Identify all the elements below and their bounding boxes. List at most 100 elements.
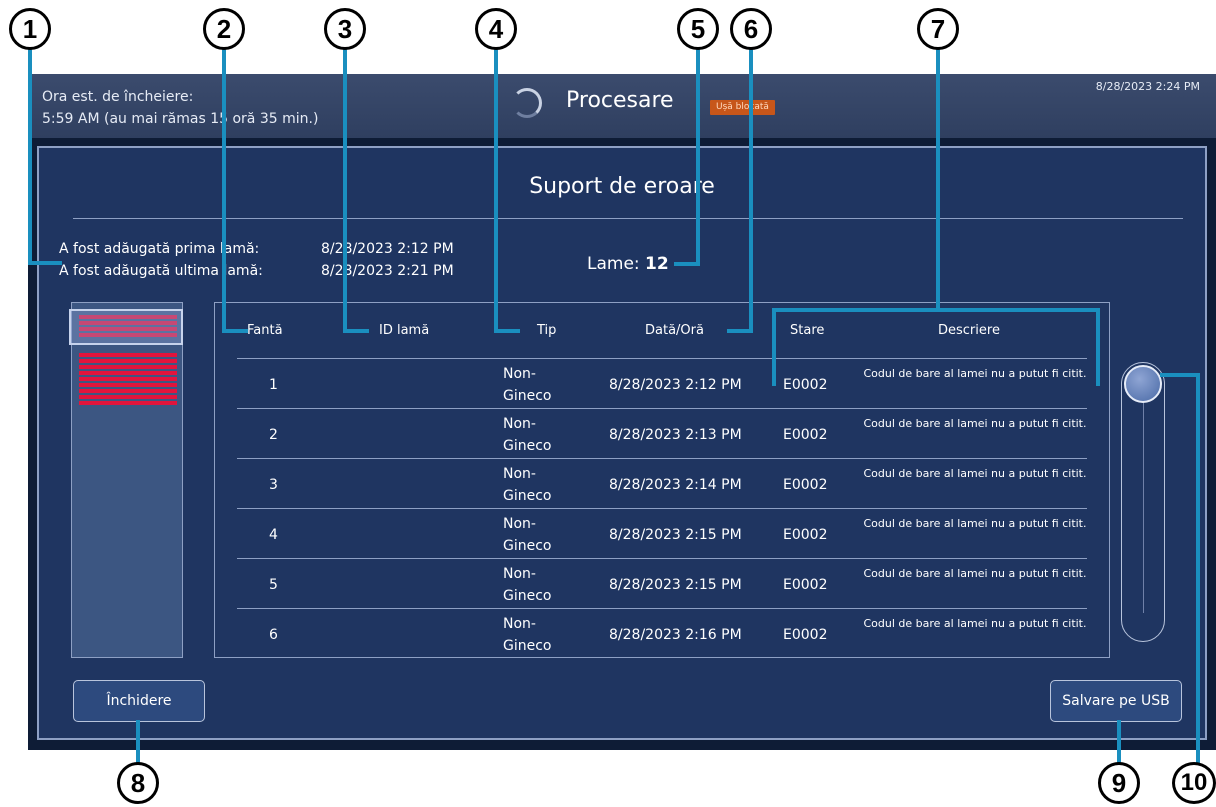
- callout-line: [343, 329, 369, 333]
- instrument-screen: Ora est. de încheiere: 5:59 AM (au mai r…: [28, 74, 1216, 750]
- callout-line: [222, 329, 248, 333]
- callout-line: [28, 42, 32, 264]
- cell-description: Codul de bare al lamei nu a putut fi cit…: [863, 417, 1087, 430]
- callout-line: [749, 42, 753, 332]
- cell-status: E0002: [783, 477, 828, 493]
- table-row[interactable]: 4 Non-Gineco 8/28/2023 2:15 PM E0002 Cod…: [237, 508, 1087, 558]
- cell-type: Non-Gineco: [503, 466, 552, 504]
- rack-slot: [79, 353, 177, 357]
- callout-line: [222, 42, 226, 332]
- save-to-usb-button[interactable]: Salvare pe USB: [1050, 680, 1182, 722]
- rack-slot: [79, 365, 177, 369]
- cell-status: E0002: [783, 377, 828, 393]
- callout-line: [727, 329, 753, 333]
- column-description: Descriere: [938, 323, 1000, 338]
- close-button[interactable]: Închidere: [73, 680, 205, 722]
- rack-slot: [79, 401, 177, 405]
- rack-slot: [79, 359, 177, 363]
- door-locked-badge: Ușă blocată: [710, 100, 775, 115]
- callout-5: 5: [677, 8, 719, 50]
- cell-datetime: 8/28/2023 2:14 PM: [609, 477, 742, 493]
- slide-count-value: 12: [645, 254, 669, 274]
- table-scrollbar[interactable]: [1121, 362, 1165, 642]
- cell-status: E0002: [783, 527, 828, 543]
- rack-slot: [79, 389, 177, 393]
- dialog-title: Suport de eroare: [529, 174, 715, 199]
- cell-datetime: 8/28/2023 2:12 PM: [609, 377, 742, 393]
- cell-datetime: 8/28/2023 2:15 PM: [609, 527, 742, 543]
- callout-line: [494, 329, 520, 333]
- rack-slot: [79, 371, 177, 375]
- cell-slot: 2: [269, 427, 278, 443]
- callout-3: 3: [324, 8, 366, 50]
- table-row[interactable]: 3 Non-Gineco 8/28/2023 2:14 PM E0002 Cod…: [237, 458, 1087, 508]
- callout-4: 4: [475, 8, 517, 50]
- cell-status: E0002: [783, 627, 828, 643]
- cell-type: Non-Gineco: [503, 516, 552, 554]
- cell-description: Codul de bare al lamei nu a putut fi cit…: [863, 367, 1087, 380]
- cell-type: Non-Gineco: [503, 566, 552, 604]
- callout-line: [936, 42, 940, 310]
- processing-spinner-icon: [512, 88, 542, 118]
- cell-slot: 3: [269, 477, 278, 493]
- rack-slot: [79, 395, 177, 399]
- slide-count-label: Lame:: [587, 254, 640, 274]
- processing-status: Procesare: [566, 88, 674, 113]
- callout-2: 2: [203, 8, 245, 50]
- column-status: Stare: [790, 323, 825, 338]
- slide-added-info: A fost adăugată prima lamă: 8/28/2023 2:1…: [59, 238, 454, 282]
- cell-description: Codul de bare al lamei nu a putut fi cit…: [863, 467, 1087, 480]
- system-clock: 8/28/2023 2:24 PM: [1095, 80, 1200, 93]
- table-body[interactable]: 1 Non-Gineco 8/28/2023 2:12 PM E0002 Cod…: [237, 358, 1087, 657]
- cell-type: Non-Gineco: [503, 416, 552, 454]
- cell-status: E0002: [783, 577, 828, 593]
- scrollbar-track: [1143, 403, 1144, 613]
- cell-datetime: 8/28/2023 2:13 PM: [609, 427, 742, 443]
- table-row[interactable]: 2 Non-Gineco 8/28/2023 2:13 PM E0002 Cod…: [237, 408, 1087, 458]
- callout-line: [1096, 308, 1100, 386]
- callout-line: [343, 42, 347, 332]
- error-rack-dialog: Suport de eroare A fost adăugată prima l…: [37, 146, 1207, 740]
- cell-datetime: 8/28/2023 2:15 PM: [609, 577, 742, 593]
- rack-view-cursor[interactable]: [69, 309, 183, 345]
- eta-label: Ora est. de încheiere:: [42, 89, 194, 105]
- first-slide-time: 8/28/2023 2:12 PM: [321, 241, 454, 257]
- cell-datetime: 8/28/2023 2:16 PM: [609, 627, 742, 643]
- cell-description: Codul de bare al lamei nu a putut fi cit…: [863, 617, 1087, 630]
- last-slide-time: 8/28/2023 2:21 PM: [321, 263, 454, 279]
- eta-value: 5:59 AM (au mai rămas 15 oră 35 min.): [42, 111, 319, 127]
- rack-slot: [79, 377, 177, 381]
- first-slide-label: A fost adăugată prima lamă:: [59, 241, 260, 257]
- cell-slot: 6: [269, 627, 278, 643]
- callout-9: 9: [1098, 762, 1140, 804]
- cell-description: Codul de bare al lamei nu a putut fi cit…: [863, 567, 1087, 580]
- table-row[interactable]: 1 Non-Gineco 8/28/2023 2:12 PM E0002 Cod…: [237, 358, 1087, 408]
- table-row[interactable]: 5 Non-Gineco 8/28/2023 2:15 PM E0002 Cod…: [237, 558, 1087, 608]
- title-divider: [73, 218, 1183, 219]
- last-slide-label: A fost adăugată ultima lamă:: [59, 263, 263, 279]
- callout-7: 7: [917, 8, 959, 50]
- cell-type: Non-Gineco: [503, 616, 552, 654]
- callout-8: 8: [117, 762, 159, 804]
- callout-line: [674, 262, 700, 266]
- callout-10: 10: [1172, 762, 1216, 804]
- column-datetime: Dată/Oră: [645, 323, 704, 338]
- callout-line: [28, 261, 62, 265]
- callout-line: [772, 308, 1100, 312]
- scrollbar-thumb[interactable]: [1124, 365, 1162, 403]
- column-slide-id: ID lamă: [379, 323, 430, 338]
- rack-preview: [69, 302, 183, 658]
- rack-slot: [79, 383, 177, 387]
- status-bar: Ora est. de încheiere: 5:59 AM (au mai r…: [28, 74, 1216, 138]
- callout-line: [1160, 373, 1200, 377]
- cell-slot: 5: [269, 577, 278, 593]
- callout-line: [1117, 720, 1121, 768]
- callout-line: [136, 720, 140, 768]
- error-table: Fantă ID lamă Tip Dată/Oră Stare Descrie…: [214, 302, 1110, 658]
- callout-line: [494, 42, 498, 332]
- table-row[interactable]: 6 Non-Gineco 8/28/2023 2:16 PM E0002 Cod…: [237, 608, 1087, 657]
- annotated-screenshot: Ora est. de încheiere: 5:59 AM (au mai r…: [0, 0, 1216, 807]
- cell-slot: 1: [269, 377, 278, 393]
- callout-line: [772, 308, 776, 386]
- cell-status: E0002: [783, 427, 828, 443]
